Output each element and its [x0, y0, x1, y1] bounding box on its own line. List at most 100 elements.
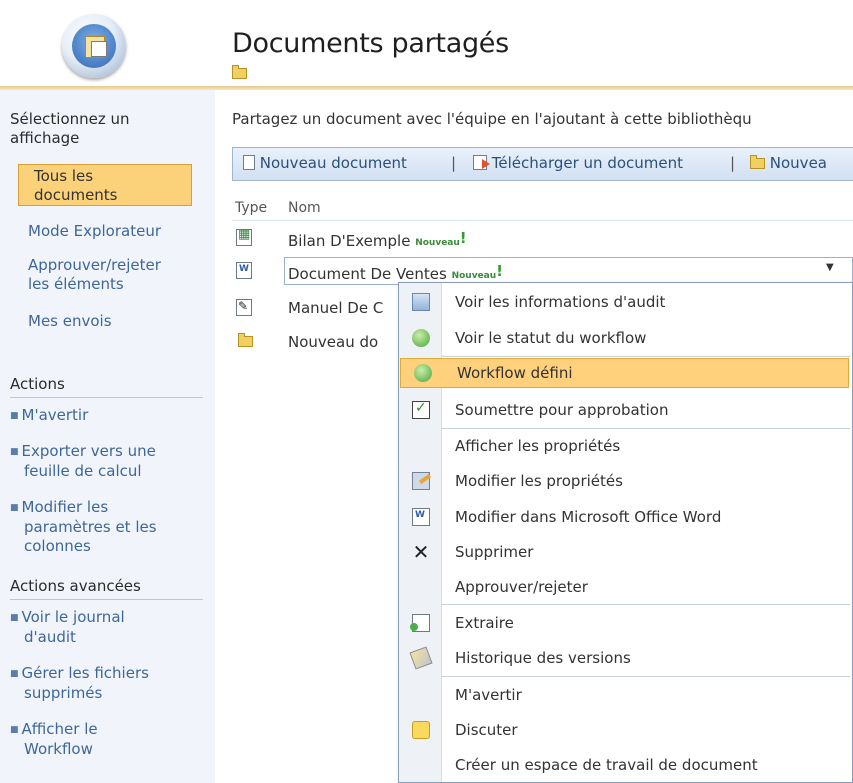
new-folder-button[interactable]: Nouvea	[750, 154, 827, 172]
list-item[interactable]: Bilan D'Exemple Nouveau!	[232, 222, 853, 256]
menu-item-alert-me[interactable]: M'avertir	[399, 678, 852, 712]
menu-item-label: Voir les informations d'audit	[455, 293, 666, 311]
folder-icon	[238, 333, 253, 347]
section-divider	[10, 599, 203, 600]
action-modify-settings[interactable]: ■ Modifier les paramètres et les colonnes	[10, 498, 210, 556]
menu-item-edit-in-word[interactable]: Modifier dans Microsoft Office Word	[399, 500, 852, 534]
menu-item-label: Soumettre pour approbation	[455, 401, 669, 419]
new-badge: Nouveau	[415, 238, 460, 248]
workflow-status-icon	[412, 329, 430, 347]
action-manage-deleted-files[interactable]: ■ Gérer les fichiers supprimés	[10, 664, 210, 703]
upload-document-button[interactable]: Télécharger un document	[473, 154, 683, 172]
new-folder-icon	[750, 155, 765, 169]
action-view-audit-log[interactable]: ■ Voir le journal d'audit	[10, 608, 210, 647]
advanced-actions-heading: Actions avancées	[10, 577, 141, 595]
action-label: Exporter vers une	[21, 442, 156, 460]
audit-icon	[412, 293, 430, 311]
header-divider	[232, 220, 853, 221]
chevron-down-icon[interactable]: ▼	[826, 262, 834, 273]
menu-item-label: Créer un espace de travail de document	[455, 756, 758, 774]
view-my-submissions[interactable]: Mes envois	[28, 312, 112, 331]
action-show-workflow[interactable]: ■ Afficher le Workflow	[10, 720, 210, 759]
menu-item-label: Modifier dans Microsoft Office Word	[455, 508, 722, 526]
menu-item-label: Modifier les propriétés	[455, 472, 623, 490]
action-label: d'audit	[24, 628, 76, 646]
menu-item-label: Extraire	[455, 614, 514, 632]
action-label: paramètres et les	[24, 518, 157, 536]
action-alert-me[interactable]: ■ M'avertir	[10, 406, 210, 426]
action-export-spreadsheet[interactable]: ■ Exporter vers une feuille de calcul	[10, 442, 210, 481]
column-header-name[interactable]: Nom	[288, 200, 321, 216]
section-divider	[10, 397, 203, 398]
library-toolbar: Nouveau document | Télécharger un docume…	[232, 147, 853, 181]
library-description: Partagez un document avec l'équipe en l'…	[232, 110, 752, 128]
menu-item-version-history[interactable]: Historique des versions	[399, 641, 852, 675]
page-title: Documents partagés	[232, 28, 509, 59]
menu-item-checkout[interactable]: Extraire	[399, 606, 852, 640]
submit-approval-icon	[412, 400, 430, 419]
left-navigation: Sélectionnez un affichage Tous les docum…	[0, 90, 215, 783]
view-label: Approuver/rejeter	[28, 256, 161, 274]
menu-item-label: Discuter	[455, 721, 518, 739]
view-explorer-mode[interactable]: Mode Explorateur	[28, 222, 161, 241]
view-label: documents	[34, 186, 118, 204]
menu-item-approve-reject[interactable]: Approuver/rejeter	[399, 570, 852, 604]
new-document-label: Nouveau document	[259, 154, 407, 172]
discuss-icon	[412, 721, 430, 739]
item-context-menu: Voir les informations d'audit Voir le st…	[398, 282, 853, 783]
menu-item-submit-approval[interactable]: Soumettre pour approbation	[399, 393, 852, 427]
bullet-icon: ■	[10, 669, 19, 679]
document-name-link[interactable]: Document De Ventes Nouveau!	[288, 262, 503, 283]
view-approve-reject[interactable]: Approuver/rejeter les éléments	[28, 256, 161, 294]
upload-document-label: Télécharger un document	[491, 154, 684, 172]
action-label: M'avertir	[21, 406, 89, 424]
bullet-icon: ■	[10, 503, 19, 513]
view-label: les éléments	[28, 275, 124, 293]
actions-heading: Actions	[10, 375, 65, 393]
action-label: Workflow	[24, 740, 93, 758]
menu-separator	[441, 676, 850, 677]
menu-item-workflow-status[interactable]: Voir le statut du workflow	[399, 321, 852, 355]
workflow-icon	[414, 364, 432, 382]
menu-item-delete[interactable]: ✕ Supprimer	[399, 535, 852, 569]
action-label: Afficher le	[21, 720, 98, 738]
view-label: Mode Explorateur	[28, 222, 162, 240]
toolbar-separator: |	[730, 154, 736, 172]
action-label: Voir le journal	[21, 608, 125, 626]
menu-item-label: Voir le statut du workflow	[455, 329, 647, 347]
folder-icon	[232, 65, 247, 79]
menu-item-view-properties[interactable]: Afficher les propriétés	[399, 429, 852, 463]
site-logo-icon[interactable]	[62, 14, 126, 78]
view-all-documents[interactable]: Tous les documents	[18, 164, 192, 206]
new-mark-icon: !	[496, 262, 503, 280]
menu-separator	[441, 356, 850, 357]
word-file-icon	[236, 262, 252, 279]
view-label: Mes envois	[28, 312, 112, 330]
document-name-link[interactable]: Bilan D'Exemple Nouveau!	[288, 229, 467, 250]
new-folder-label: Nouvea	[769, 154, 827, 172]
menu-item-discuss[interactable]: Discuter	[399, 713, 852, 747]
edit-properties-icon	[412, 472, 430, 490]
new-document-icon	[243, 155, 255, 170]
menu-item-label: Approuver/rejeter	[455, 578, 588, 596]
checkout-icon	[410, 614, 430, 632]
new-document-button[interactable]: Nouveau document	[243, 154, 407, 172]
document-name-link[interactable]: Manuel De C	[288, 299, 383, 317]
document-name-link[interactable]: Nouveau do	[288, 333, 378, 351]
menu-item-view-audit[interactable]: Voir les informations d'audit	[399, 285, 852, 319]
document-name: Document De Ventes	[288, 265, 447, 283]
view-selector-heading: Sélectionnez un affichage	[10, 110, 130, 147]
column-header-type[interactable]: Type	[235, 200, 267, 216]
menu-separator	[441, 604, 850, 605]
menu-item-label: Historique des versions	[455, 649, 631, 667]
action-label: colonnes	[24, 537, 91, 555]
menu-item-edit-properties[interactable]: Modifier les propriétés	[399, 464, 852, 498]
menu-item-label: Supprimer	[455, 543, 534, 561]
menu-item-workflow-defined[interactable]: Workflow défini	[400, 358, 849, 388]
menu-item-create-workspace[interactable]: Créer un espace de travail de document	[399, 748, 852, 782]
action-label: supprimés	[24, 684, 103, 702]
document-name: Manuel De C	[288, 299, 384, 317]
action-label: feuille de calcul	[24, 462, 142, 480]
document-name: Nouveau do	[288, 333, 379, 351]
bullet-icon: ■	[10, 411, 19, 421]
